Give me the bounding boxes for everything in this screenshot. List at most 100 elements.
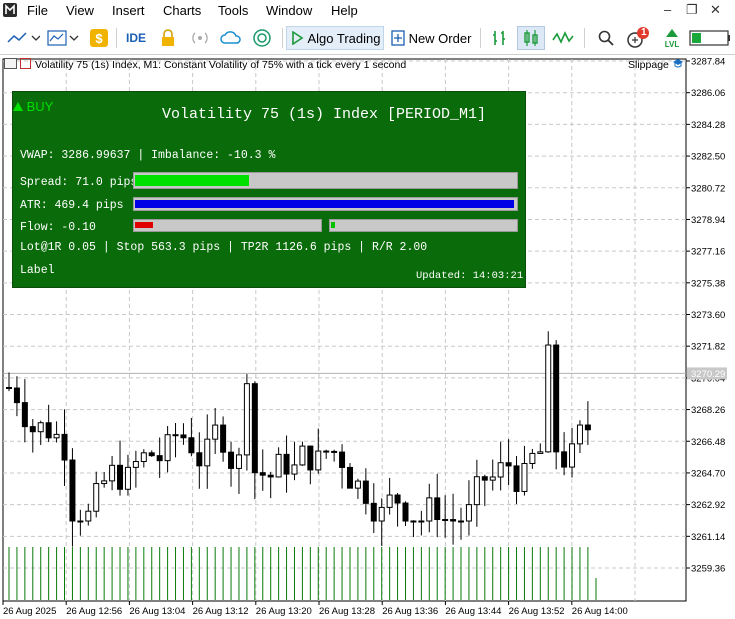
slippage-indicator[interactable]: Slippage (628, 58, 684, 71)
candle-body (442, 519, 449, 522)
svg-text:$: $ (95, 31, 103, 46)
lock-button[interactable] (156, 26, 180, 50)
indicator-dropdown[interactable] (45, 26, 81, 50)
candle-body (418, 520, 425, 523)
candle-body (481, 476, 488, 481)
candle-body (13, 387, 20, 404)
market-button[interactable]: $ (88, 26, 110, 50)
chart-title-bar: Volatility 75 (1s) Index, M1: Constant V… (4, 58, 406, 71)
candle-body (584, 424, 591, 431)
vwap-text: VWAP: 3286.99637 | Imbalance: -10.3 % (20, 149, 276, 162)
candle-body (450, 519, 457, 522)
signal-text: BUY (26, 99, 54, 114)
candle-body (132, 461, 139, 468)
broadcast-icon (192, 32, 208, 44)
price-label: 3287.84 (691, 57, 725, 68)
candle-body (156, 455, 163, 462)
candle-body (513, 465, 520, 492)
new-order-label: New Order (408, 30, 472, 46)
risk-text: Lot@1R 0.05 | Stop 563.3 pips | TP2R 112… (20, 241, 428, 254)
candle-body (85, 510, 92, 522)
price-label: 3261.14 (691, 532, 725, 543)
candle-body (521, 463, 528, 492)
spread-text: Spread: 71.0 pips (20, 176, 138, 189)
new-order-icon (390, 30, 405, 46)
time-label: 26 Aug 13:36 (382, 606, 438, 617)
spread-bar-fill (135, 175, 249, 186)
time-label: 26 Aug 13:20 (256, 606, 312, 617)
info-panel[interactable]: BUY Volatility 75 (1s) Index [PERIOD_M1]… (12, 91, 526, 288)
time-label: 26 Aug 13:28 (319, 606, 375, 617)
candlestick-icon (524, 30, 538, 46)
menu-window[interactable]: Window (266, 3, 312, 18)
signal-button[interactable] (188, 26, 212, 50)
candle-body (69, 459, 76, 522)
time-label: 26 Aug 13:04 (129, 606, 185, 617)
flow-negative-bar (133, 219, 322, 232)
candle-body (291, 464, 298, 475)
vps-button[interactable] (250, 26, 276, 50)
time-label: 26 Aug 13:44 (445, 606, 501, 617)
candle-body (164, 434, 171, 462)
candle-body (180, 434, 187, 439)
menu-file[interactable]: File (27, 3, 48, 18)
candle-body (410, 520, 417, 523)
app-icon (3, 3, 17, 17)
line-chart-dropdown[interactable] (5, 26, 41, 50)
search-button[interactable] (594, 26, 618, 50)
time-label: 26 Aug 2025 (3, 606, 56, 617)
candle-body (537, 451, 544, 454)
time-label: 26 Aug 13:52 (509, 606, 565, 617)
panel-title: Volatility 75 (1s) Index [PERIOD_M1] (162, 106, 487, 123)
candle-body (251, 383, 258, 474)
candle-body (77, 520, 84, 523)
flow-text: Flow: -0.10 (20, 221, 96, 234)
menu-help[interactable]: Help (331, 3, 358, 18)
candle-body (307, 445, 314, 471)
algo-trading-label: Algo Trading (307, 30, 381, 46)
candle-body (21, 402, 28, 428)
line-chart-button[interactable] (550, 26, 576, 50)
menu-tools[interactable]: Tools (218, 3, 248, 18)
ide-button[interactable]: IDE (122, 26, 150, 50)
indicator-icon (47, 30, 79, 46)
panel-label: Label (20, 264, 55, 277)
symbol-flag-icon (20, 58, 31, 69)
chart-window[interactable]: 3287.84 3286.06 3284.28 3282.50 3280.72 3278.… (0, 55, 735, 619)
candle-body (267, 474, 274, 478)
candle-body (394, 494, 401, 504)
flow-negative-fill (135, 222, 153, 228)
candle-body (148, 452, 155, 457)
vps-icon (253, 29, 271, 47)
candle-body (172, 434, 179, 437)
restore-button[interactable]: ❐ (686, 2, 698, 18)
algo-trading-button[interactable]: Algo Trading (286, 26, 384, 50)
level-arrow-icon (666, 28, 678, 37)
battery-indicator (688, 26, 732, 50)
bar-chart-button[interactable] (487, 26, 511, 50)
candle-body (109, 464, 116, 482)
candle-body (101, 480, 108, 485)
candle-body (61, 433, 68, 461)
line-chart-icon (7, 32, 40, 43)
close-button[interactable]: ✕ (710, 2, 721, 18)
candle-body (37, 422, 44, 433)
price-label: 3277.16 (691, 247, 725, 258)
cloud-button[interactable] (218, 26, 244, 50)
candle-body (465, 504, 472, 522)
candle-body (402, 502, 409, 522)
candle-body (196, 452, 203, 467)
atr-bar-fill (135, 200, 514, 208)
minimize-button[interactable]: – (664, 2, 671, 17)
notifications-button[interactable]: 1 (624, 26, 652, 50)
candlestick-button[interactable] (517, 26, 545, 50)
level-button[interactable]: LVL (658, 26, 686, 50)
menu-charts[interactable]: Charts (163, 3, 201, 18)
atr-bar (133, 197, 518, 211)
menu-bar: File View Insert Charts Tools Window Hel… (0, 0, 735, 22)
menu-view[interactable]: View (66, 3, 94, 18)
candle-body (561, 451, 568, 468)
new-order-button[interactable]: New Order (389, 26, 473, 50)
menu-insert[interactable]: Insert (112, 3, 145, 18)
candle-body (497, 462, 504, 478)
